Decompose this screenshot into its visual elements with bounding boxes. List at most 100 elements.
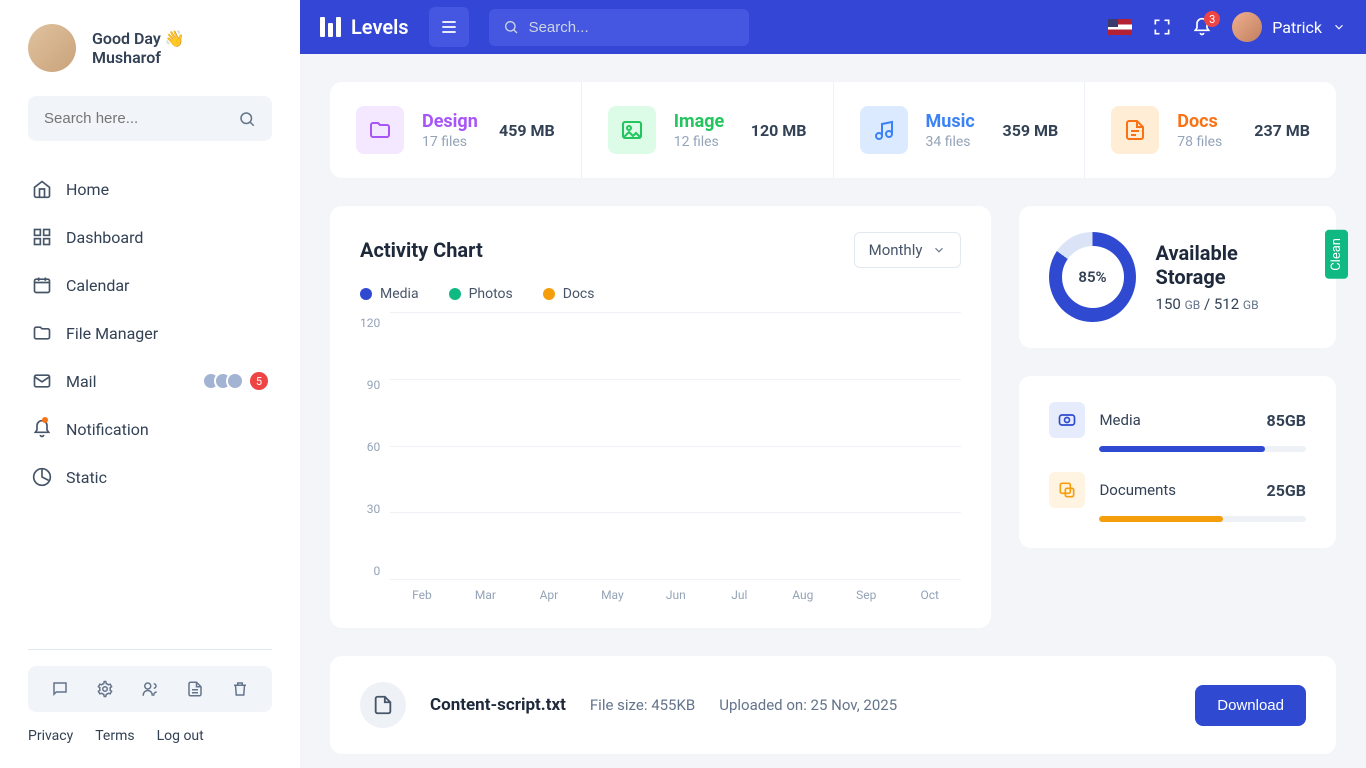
nav-mail[interactable]: Mail 5 [28,361,272,401]
legend-item: Media [360,286,419,302]
nav-label: Static [66,468,107,487]
stat-cards: Design 17 files 459 MB Image 12 files 120 MB M… [330,82,1336,178]
chevron-down-icon [932,243,946,257]
top-search-input[interactable] [489,9,749,46]
stat-card[interactable]: Image 12 files 120 MB [582,82,834,178]
pie-icon [32,467,52,487]
user-avatar [1232,12,1262,42]
doc-icon [1111,106,1159,154]
chart-area: 1209060300 FebMarAprMayJunJulAugSepOct [360,312,961,602]
card-sub: 12 files [674,134,725,150]
usage-value: 85GB [1267,411,1306,430]
search-icon [238,110,256,128]
usage-icon [1049,402,1085,438]
download-button[interactable]: Download [1195,685,1306,726]
card-size: 120 MB [751,121,807,140]
nav-calendar[interactable]: Calendar [28,265,272,305]
settings-button[interactable] [92,676,118,702]
chat-button[interactable] [47,676,73,702]
card-title: Music [926,111,975,132]
card-size: 359 MB [1003,121,1059,140]
stat-card[interactable]: Music34 files359 MB [834,82,1086,178]
activity-chart-panel: Activity Chart Monthly MediaPhotosDocs 1… [330,206,991,628]
terms-link[interactable]: Terms [95,728,134,744]
chart-legend: MediaPhotosDocs [360,286,961,302]
top-search [489,9,749,46]
nav-file-manager[interactable]: File Manager [28,313,272,353]
avatar [28,24,76,72]
chart-filter[interactable]: Monthly [854,232,962,268]
users-button[interactable] [137,676,163,702]
topbar: Levels 3 Patrick [300,0,1366,54]
nav-notification[interactable]: Notification [28,409,272,449]
chart-filter-label: Monthly [869,241,923,259]
menu-toggle[interactable] [429,7,469,47]
sidebar-search-input[interactable] [28,96,272,141]
nav-static[interactable]: Static [28,457,272,497]
user-name: Patrick [1272,18,1322,37]
music-icon [860,106,908,154]
mail-icon [32,371,52,391]
home-icon [32,179,52,199]
privacy-link[interactable]: Privacy [28,728,73,744]
user-name: Musharof [92,48,185,67]
content: Design 17 files 459 MB Image 12 files 120 MB M… [300,54,1366,768]
stat-card[interactable]: Design 17 files 459 MB [330,82,582,178]
sidebar-actions [28,666,272,712]
storage-donut: 85% [1049,232,1135,322]
usage-icon [1049,472,1085,508]
usage-label: Media [1099,411,1140,429]
nav-home[interactable]: Home [28,169,272,209]
nav-label: File Manager [66,324,158,343]
nav-dashboard[interactable]: Dashboard [28,217,272,257]
chart-title: Activity Chart [360,238,483,262]
card-title: Design [422,111,478,132]
storage-percent: 85% [1078,268,1106,286]
usage-label: Documents [1099,481,1176,499]
chart-bars [390,313,961,580]
clean-button[interactable]: Clean [1325,230,1348,279]
fullscreen-icon[interactable] [1152,17,1172,37]
card-size: 237 MB [1254,121,1310,140]
calendar-icon [32,275,52,295]
storage-panel: Clean 85% Available Storage 150 GB / 512… [1019,206,1336,348]
sidebar-nav: Home Dashboard Calendar File Manager Mai… [28,169,272,633]
language-flag[interactable] [1108,19,1132,35]
card-sub: 17 files [422,134,478,150]
y-axis: 1209060300 [360,312,390,602]
notif-count: 3 [1204,11,1220,27]
usage-panel: Media 85GB Documents 25GB [1019,376,1336,548]
chevron-down-icon [1332,20,1346,34]
file-panel: Content-script.txt File size: 455KB Uplo… [330,656,1336,754]
card-title: Image [674,111,725,132]
user-menu[interactable]: Patrick [1232,12,1346,42]
usage-bar [1099,446,1306,452]
chart-grid [390,312,961,580]
brand[interactable]: Levels [320,15,409,39]
legend-item: Docs [543,286,595,302]
file-icon [360,682,406,728]
card-size: 459 MB [499,121,555,140]
file-button[interactable] [182,676,208,702]
storage-title: Available Storage [1156,241,1306,289]
brand-icon [320,17,341,37]
usage-value: 25GB [1267,481,1306,500]
image-icon [608,106,656,154]
footer-links: Privacy Terms Log out [28,728,272,744]
nav-label: Mail [66,372,96,391]
file-name: Content-script.txt [430,695,566,715]
greeting: Good Day 👋 [92,29,185,48]
notifications-button[interactable]: 3 [1192,17,1212,37]
sidebar: Good Day 👋 Musharof Home Dashboard Calen… [0,0,300,768]
profile: Good Day 👋 Musharof [28,24,272,72]
nav-label: Dashboard [66,228,143,247]
storage-caps: 150 GB / 512 GB [1156,295,1306,313]
stat-card[interactable]: Docs78 files237 MB [1085,82,1336,178]
logout-link[interactable]: Log out [157,728,204,744]
trash-button[interactable] [227,676,253,702]
card-sub: 78 files [1177,134,1222,150]
brand-name: Levels [351,15,409,39]
nav-label: Calendar [66,276,129,295]
folder-icon [32,323,52,343]
notif-dot-icon [42,417,48,423]
